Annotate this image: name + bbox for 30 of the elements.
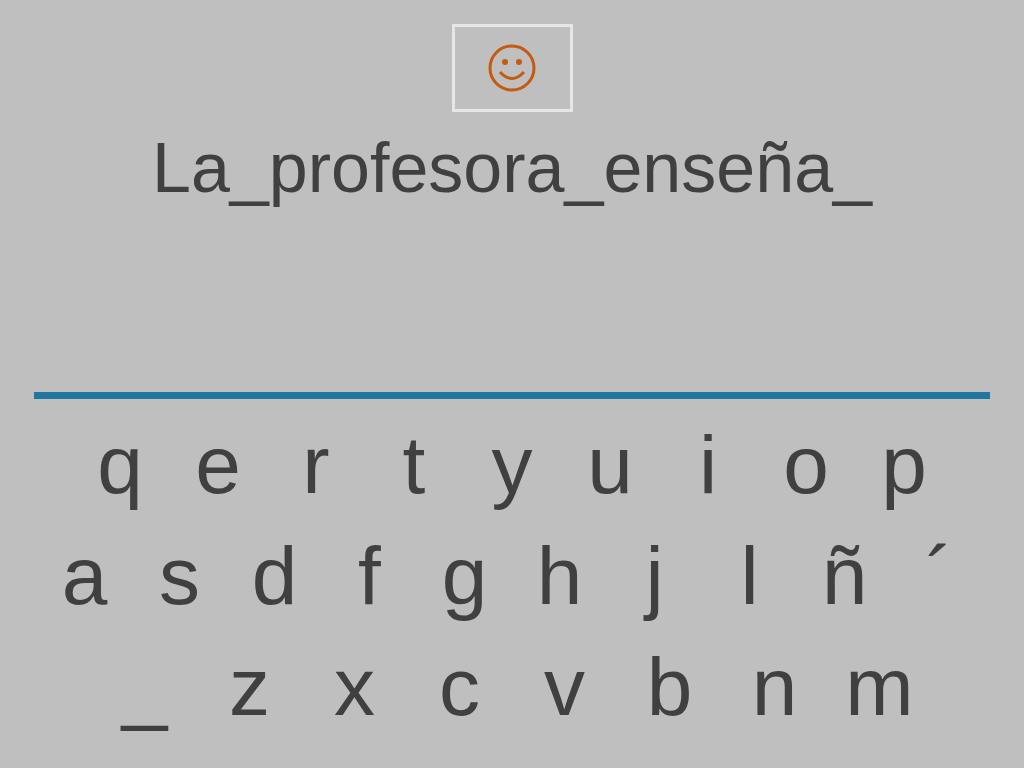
letter-key[interactable]: r xyxy=(267,414,365,515)
letter-key[interactable]: i xyxy=(659,414,757,515)
smiley-box[interactable] xyxy=(451,24,573,112)
letter-key[interactable]: m xyxy=(827,636,932,737)
smiley-icon xyxy=(487,43,537,93)
letter-key[interactable]: v xyxy=(512,636,617,737)
letter-key[interactable]: j xyxy=(607,525,702,626)
letter-key[interactable]: e xyxy=(169,414,267,515)
letter-key[interactable]: n xyxy=(722,636,827,737)
letter-key[interactable]: _ xyxy=(92,636,197,737)
letter-key[interactable]: z xyxy=(197,636,302,737)
letter-key[interactable]: ñ xyxy=(797,525,892,626)
letter-key[interactable]: u xyxy=(561,414,659,515)
letter-key[interactable]: l xyxy=(702,525,797,626)
letter-key[interactable]: o xyxy=(757,414,855,515)
letter-key[interactable]: d xyxy=(227,525,322,626)
letter-key[interactable]: b xyxy=(617,636,722,737)
letter-key[interactable]: s xyxy=(132,525,227,626)
letter-key[interactable]: t xyxy=(365,414,463,515)
letter-key[interactable]: y xyxy=(463,414,561,515)
sentence-text: La_profesora_enseña_ xyxy=(152,128,872,209)
letter-key[interactable]: h xyxy=(512,525,607,626)
letter-key[interactable]: f xyxy=(322,525,417,626)
letter-key[interactable]: g xyxy=(417,525,512,626)
letter-key[interactable]: x xyxy=(302,636,407,737)
letter-key[interactable]: a xyxy=(37,525,132,626)
letter-key[interactable]: c xyxy=(407,636,512,737)
letter-key[interactable]: q xyxy=(71,414,169,515)
letter-key[interactable]: ´ xyxy=(892,525,987,626)
letter-key[interactable]: p xyxy=(855,414,953,515)
